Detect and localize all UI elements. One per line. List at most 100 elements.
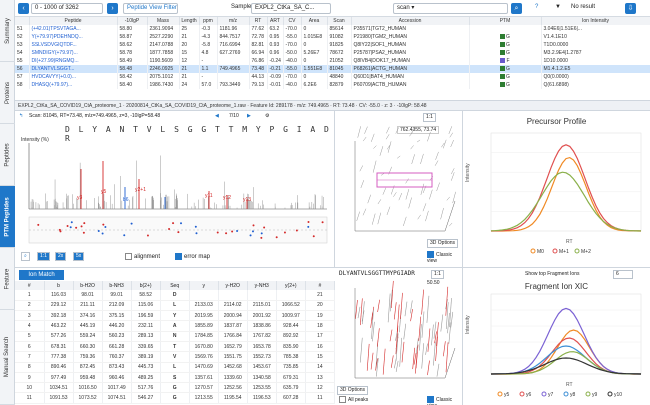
table-row[interactable]: 5 577.26 559.24 560.23 289.13 N 1784.85 1766.84…	[15, 331, 336, 342]
table-cell: 6	[15, 341, 45, 353]
table-row[interactable]: 11 1091.53 1073.52 1074.51 546.27 G 1213.55 119…	[15, 392, 336, 404]
3d-fragment-peak	[445, 342, 449, 373]
column-header[interactable]: b	[44, 281, 74, 290]
column-header[interactable]: y-NH3	[247, 281, 277, 290]
table-row[interactable]: 7 777.38 759.36 760.37 389.19 V 1569.76 1551.75…	[15, 351, 336, 363]
table-cell: 8	[15, 362, 45, 373]
help-icon[interactable]: ?	[535, 4, 538, 10]
3d-fragment-peak	[389, 329, 393, 342]
tab-ptm-peptides[interactable]: PTM Peptides	[0, 186, 15, 248]
table-row[interactable]: 1 116.03 98.01 99.01 58.52 D 21	[15, 290, 336, 301]
table-cell: 1855.89	[189, 320, 219, 332]
column-header[interactable]: b-NH3	[102, 281, 132, 290]
table-row[interactable]: 4 463.22 445.19 446.20 232.11 A 1855.89 1837.87…	[15, 320, 336, 332]
next-spectrum-icon[interactable]: ▶	[247, 111, 251, 121]
table-row[interactable]: 51 (+42.01)TPSVTAGA... 58.80 2361.9094 25 -0.…	[15, 25, 650, 33]
table-row[interactable]: 58 DHASQ(+79.97)... 58.40 1986.7430 24 57.0 79…	[15, 81, 650, 89]
filter-funnel-icon[interactable]: ▼	[555, 4, 561, 10]
classic-view-checkbox[interactable]	[427, 251, 434, 258]
peak-label: y2+1	[135, 187, 146, 193]
table-row[interactable]: 3 392.18 374.16 375.15 196.59 Y 2019.95 2000.94…	[15, 310, 336, 322]
search-icon[interactable]: ⌕	[511, 3, 522, 14]
tab-peptides[interactable]: Peptides	[0, 124, 15, 186]
search-input[interactable]: scan ▾	[393, 3, 508, 14]
column-header[interactable]: y	[189, 281, 219, 290]
column-header[interactable]: y(2+)	[276, 281, 306, 290]
column-header[interactable]: Accession	[351, 17, 470, 25]
zoom-2x-button[interactable]: 2x	[55, 252, 67, 261]
column-header[interactable]: Length	[179, 17, 200, 25]
column-header[interactable]	[15, 17, 30, 25]
classic-view-toggle[interactable]: Classic view	[427, 396, 462, 405]
classic-view-toggle[interactable]: Classic view	[427, 251, 462, 264]
column-header[interactable]: RT	[249, 17, 268, 25]
column-header[interactable]: PTM	[469, 17, 542, 25]
alignment-checkbox[interactable]	[125, 253, 132, 260]
chevron-left-icon[interactable]: ‹	[18, 3, 29, 14]
all-peaks-checkbox[interactable]	[339, 396, 346, 403]
3d-fragment-peak	[404, 301, 408, 317]
column-header[interactable]: CV	[283, 17, 302, 25]
column-header[interactable]: ART	[267, 17, 284, 25]
table-row[interactable]: 52 Y(+79.97)PDEHNDQ... 58.87 2527.2290 21 -4.…	[15, 33, 650, 41]
zoom-1-1-button[interactable]: 1:1	[37, 252, 50, 261]
column-header[interactable]: Seq	[160, 281, 190, 290]
sample-select[interactable]: EXPL2_CtKa_SA_C...	[251, 3, 331, 14]
alignment-toggle[interactable]: alignment	[125, 253, 160, 260]
zoom-in-icon[interactable]: ⌕	[21, 252, 30, 261]
tab-summary[interactable]: Summary	[0, 0, 15, 62]
3d-options-button[interactable]: 3D Options	[337, 386, 369, 395]
export-icon[interactable]: ⇩	[625, 3, 636, 14]
tab-ion-match[interactable]: Ion Match	[19, 270, 64, 280]
table-cell: 0.95	[267, 33, 284, 41]
table-row[interactable]: 57 HVDCAVYY(+0.0)... 58.42 2075.1012 21- 44.1…	[15, 73, 650, 81]
3d-options-button[interactable]: 3D Options	[427, 239, 459, 248]
column-header[interactable]: -10lgP	[117, 17, 148, 25]
ptm-icon	[500, 66, 506, 72]
table-cell: 760.37	[102, 351, 132, 363]
column-header[interactable]: Mass	[147, 17, 180, 25]
3d-fragment-peak	[362, 301, 365, 325]
table-cell: 4	[15, 320, 45, 332]
table-row[interactable]: 6 678.31 660.30 661.28 339.65 T 1670.80 1652.79…	[15, 341, 336, 353]
table-cell: 24	[179, 81, 200, 89]
tab-manual-search[interactable]: Manual Search	[0, 310, 15, 405]
table-row[interactable]: 53 SSLVSDVGIQTDF... 58.62 2147.0788 20 -5.8 71…	[15, 41, 650, 49]
table-row[interactable]: 10 1034.51 1016.50 1017.49 517.76 G 1270.57 125…	[15, 382, 336, 394]
column-header[interactable]: ppm	[199, 17, 218, 25]
all-peaks-toggle[interactable]: All peaks	[339, 396, 368, 403]
chevron-right-icon[interactable]: ›	[107, 3, 118, 14]
table-row[interactable]: 55 DI(+27.99)RNGMQ... 58.49 1190.5609 12- 76.…	[15, 57, 650, 65]
column-header[interactable]: b(2+)	[131, 281, 161, 290]
column-header[interactable]: Peptide	[29, 17, 118, 25]
column-header[interactable]: #	[305, 281, 336, 290]
table-cell: Q60D1|BAT4_HUMAN	[351, 73, 470, 81]
column-header[interactable]: m/z	[217, 17, 250, 25]
page-range-select[interactable]: 0 - 1000 of 3262	[31, 3, 103, 14]
table-cell: -4.3	[199, 33, 218, 41]
table-row[interactable]: 2 229.12 211.11 212.09 115.06 L 2133.03 2114.02…	[15, 300, 336, 312]
error-map-checkbox[interactable]	[175, 253, 182, 260]
tab-proteins[interactable]: Proteins	[0, 62, 15, 124]
settings-gear-icon[interactable]: ⚙	[265, 111, 269, 121]
back-arrow-icon[interactable]: ↰	[19, 111, 23, 121]
prev-spectrum-icon[interactable]: ◀	[215, 111, 219, 121]
table-cell: 2246.0925	[147, 65, 180, 73]
column-header[interactable]: Area	[301, 17, 328, 25]
zoom-5x-button[interactable]: 5x	[73, 252, 85, 261]
column-header[interactable]: y-H2O	[218, 281, 248, 290]
ptm-text: G	[506, 66, 510, 72]
table-cell: P68261|ACTG_HUMAN	[351, 65, 470, 73]
tab-feature[interactable]: Feature	[0, 248, 15, 310]
table-row[interactable]: 56 DLYANTVLSGGT... 58.48 2246.0925 21 1.1 749.…	[15, 65, 650, 73]
table-row[interactable]: 54 SMNDIGY(+79.97)... 58.78 1877.7858 15 4.8 6…	[15, 49, 650, 57]
column-header[interactable]: Scan	[327, 17, 352, 25]
classic-view-checkbox[interactable]	[427, 396, 434, 403]
table-row[interactable]: 8 890.46 872.45 873.43 445.73 L 1470.69 1452.68…	[15, 362, 336, 373]
table-row[interactable]: 9 977.49 959.48 960.46 489.25 S 1357.61 1339.60…	[15, 372, 336, 384]
column-header[interactable]: b-H2O	[73, 281, 103, 290]
error-map-toggle[interactable]: error map	[175, 253, 210, 260]
peptide-view-filter-button[interactable]: Peptide View Filter	[123, 3, 178, 14]
column-header[interactable]: Ion Intensity	[541, 17, 650, 25]
column-header[interactable]: #	[15, 281, 45, 290]
